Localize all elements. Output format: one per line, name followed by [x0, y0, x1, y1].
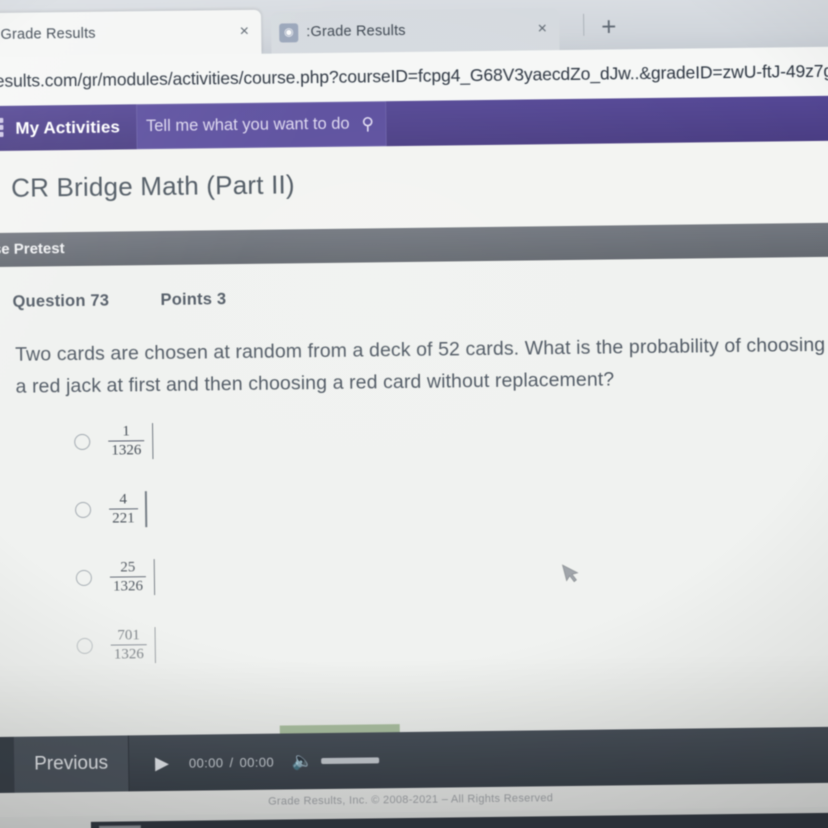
text-caret [144, 491, 147, 528]
address-bar-url: deresults.com/gr/modules/activities/cour… [0, 60, 828, 92]
photographed-screen: ◉ :Grade Results × ◉ :Grade Results × + … [0, 0, 828, 828]
answer-fraction: 4 221 [109, 491, 147, 528]
chevron-double-left-icon[interactable]: « [0, 736, 15, 794]
question-number-label: Question 73 [12, 291, 110, 311]
fraction-denominator: 1326 [111, 442, 142, 459]
time-total: 00:00 [239, 754, 275, 770]
radio-button[interactable] [76, 637, 93, 655]
answer-fraction: 701 1326 [110, 627, 156, 664]
answer-choice[interactable]: 25 1326 [75, 557, 477, 630]
answer-fraction: 25 1326 [109, 559, 156, 596]
search-icon[interactable]: ⚲ [361, 114, 374, 134]
fraction-denominator: 1326 [113, 646, 144, 663]
fraction-numerator: 701 [117, 627, 140, 644]
previous-button[interactable]: Previous [13, 735, 130, 793]
text-caret [154, 627, 156, 664]
answer-choice[interactable]: 4 221 [74, 489, 476, 562]
page-body: CR Bridge Math (Part II) urse Pretest Qu… [0, 140, 828, 828]
browser-window: ◉ :Grade Results × ◉ :Grade Results × + … [0, 0, 828, 828]
answer-choice-list: 1 1326 4 221 25 1326 701 1326 [74, 421, 477, 698]
new-tab-button[interactable]: + [601, 11, 617, 42]
section-label: urse Pretest [0, 240, 65, 259]
points-label: Points 3 [160, 290, 227, 309]
answer-choice[interactable]: 701 1326 [76, 625, 478, 698]
answer-fraction: 1 1326 [108, 423, 154, 460]
my-activities-button[interactable]: My Activities [15, 117, 120, 138]
fraction-denominator: 1326 [112, 578, 144, 595]
browser-tab-2[interactable]: ◉ :Grade Results × [271, 8, 560, 54]
close-icon[interactable]: × [235, 23, 253, 41]
search-input-placeholder: Tell me what you want to do [145, 114, 350, 136]
speaker-icon[interactable]: 🔈 [292, 751, 313, 771]
radio-button[interactable] [74, 433, 91, 451]
radio-button[interactable] [75, 569, 93, 587]
close-icon[interactable]: × [533, 20, 551, 38]
fraction-numerator: 4 [119, 491, 128, 508]
fraction-denominator: 221 [112, 510, 135, 527]
page-title: CR Bridge Math (Part II) [10, 169, 295, 203]
player-footer: « Previous ▶ 00:00 / 00:00 🔈 [0, 726, 828, 794]
search-input[interactable]: Tell me what you want to do ⚲ [135, 101, 387, 150]
globe-icon: ◉ [279, 22, 299, 43]
fraction-numerator: 25 [120, 559, 136, 576]
time-current: 00:00 [188, 754, 224, 771]
question-text: Two cards are chosen at random from a de… [15, 333, 826, 398]
play-icon[interactable]: ▶ [155, 752, 169, 773]
question-panel: Question 73 Points 3 Two cards are chose… [0, 256, 828, 738]
answer-choice[interactable]: 1 1326 [74, 421, 475, 494]
fraction-numerator: 1 [122, 423, 130, 440]
apps-grid-icon[interactable] [0, 117, 7, 139]
browser-tab-1[interactable]: ◉ :Grade Results × [0, 9, 262, 58]
tab-divider [583, 13, 585, 36]
radio-button[interactable] [74, 501, 92, 519]
browser-tab-2-title: :Grade Results [306, 22, 406, 41]
volume-slider[interactable] [321, 757, 380, 765]
browser-tab-1-title: :Grade Results [0, 25, 96, 43]
text-caret [153, 559, 156, 596]
time-separator: / [229, 754, 234, 770]
text-caret [151, 423, 154, 460]
